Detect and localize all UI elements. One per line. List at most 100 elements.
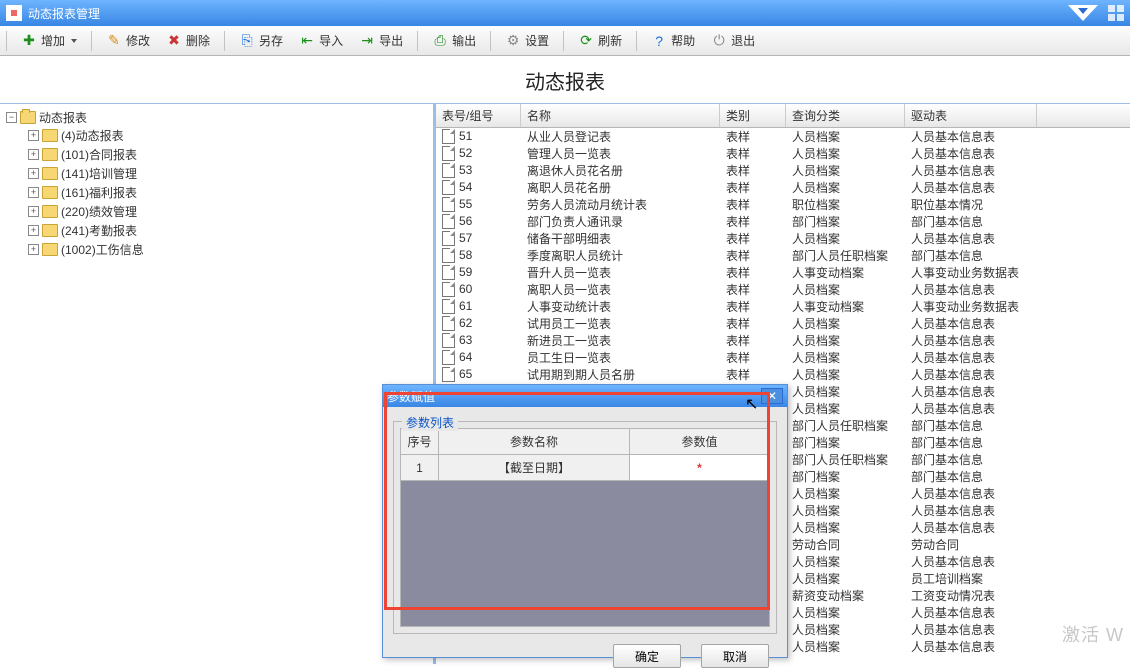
folder-icon <box>42 148 58 161</box>
file-icon <box>442 350 455 365</box>
expand-icon[interactable]: + <box>28 206 39 217</box>
edit-button[interactable]: ✎修改 <box>102 30 154 51</box>
import-button[interactable]: ⇤导入 <box>295 30 347 51</box>
refresh-button[interactable]: ⟳刷新 <box>574 30 626 51</box>
expand-icon[interactable]: + <box>28 187 39 198</box>
folder-icon <box>42 205 58 218</box>
file-icon <box>442 197 455 212</box>
col-drive[interactable]: 驱动表 <box>905 104 1037 127</box>
chevron-down-icon[interactable] <box>1068 5 1098 21</box>
file-icon <box>442 146 455 161</box>
save-as-button[interactable]: ⎘另存 <box>235 30 287 51</box>
report-tree: − 动态报表 + (4)动态报表 + (101)合同报表 + (141)培训管理 +(161… <box>0 104 436 664</box>
param-col-value: 参数值 <box>630 429 770 455</box>
save-as-icon: ⎘ <box>239 33 255 49</box>
export-icon: ⇥ <box>359 33 375 49</box>
col-id[interactable]: 表号/组号 <box>436 104 521 127</box>
collapse-icon[interactable]: − <box>6 112 17 123</box>
table-row[interactable]: 53离退休人员花名册表样人员档案人员基本信息表 <box>436 162 1130 179</box>
delete-button[interactable]: ✖删除 <box>162 30 214 51</box>
expand-icon[interactable]: + <box>28 225 39 236</box>
tree-node-label: (101)合同报表 <box>61 146 137 163</box>
file-icon <box>442 180 455 195</box>
cancel-button[interactable]: 取消 <box>701 644 769 668</box>
table-row[interactable]: 61人事变动统计表表样人事变动档案人事变动业务数据表 <box>436 298 1130 315</box>
table-row[interactable]: 52管理人员一览表表样人员档案人员基本信息表 <box>436 145 1130 162</box>
table-row[interactable]: 55劳务人员流动月统计表表样职位档案职位基本情况 <box>436 196 1130 213</box>
file-icon <box>442 129 455 144</box>
output-button[interactable]: ⎙输出 <box>428 30 480 51</box>
folder-icon <box>42 129 58 142</box>
dialog-titlebar[interactable]: 参数赋值 ✕ <box>383 385 787 407</box>
tree-node[interactable]: + (241)考勤报表 <box>28 222 137 239</box>
tree-node-label: (4)动态报表 <box>61 127 124 144</box>
file-icon <box>442 214 455 229</box>
tree-node-label: (241)考勤报表 <box>61 222 137 239</box>
settings-button[interactable]: ⚙设置 <box>501 30 553 51</box>
fieldset-legend: 参数列表 <box>402 414 458 431</box>
edit-icon: ✎ <box>106 33 122 49</box>
add-button[interactable]: ✚增加 <box>17 30 81 51</box>
dialog-close-button[interactable]: ✕ <box>761 388 783 404</box>
exit-icon: ⏻ <box>711 33 727 49</box>
param-list-fieldset: 参数列表 序号 参数名称 参数值 1 【截至日期】 * <box>393 421 777 634</box>
table-row[interactable]: 64员工生日一览表表样人员档案人员基本信息表 <box>436 349 1130 366</box>
expand-icon[interactable]: + <box>28 149 39 160</box>
col-name[interactable]: 名称 <box>521 104 720 127</box>
tree-node-label: (141)培训管理 <box>61 165 137 182</box>
import-icon: ⇤ <box>299 33 315 49</box>
table-row[interactable]: 54离职人员花名册表样人员档案人员基本信息表 <box>436 179 1130 196</box>
table-row[interactable]: 58季度离职人员统计表样部门人员任职档案部门基本信息 <box>436 247 1130 264</box>
param-value-cell[interactable]: * <box>630 455 770 481</box>
table-row[interactable]: 56部门负责人通讯录表样部门档案部门基本信息 <box>436 213 1130 230</box>
table-row[interactable]: 57储备干部明细表表样人员档案人员基本信息表 <box>436 230 1130 247</box>
tree-node[interactable]: +(1002)工伤信息 <box>28 241 144 258</box>
tree-node[interactable]: +(161)福利报表 <box>28 184 137 201</box>
tree-node[interactable]: + (4)动态报表 <box>28 127 124 144</box>
folder-icon <box>20 111 36 124</box>
tree-node[interactable]: + (141)培训管理 <box>28 165 137 182</box>
tree-root-label: 动态报表 <box>39 109 87 126</box>
folder-icon <box>42 224 58 237</box>
file-icon <box>442 316 455 331</box>
grid-header: 表号/组号 名称 类别 查询分类 驱动表 <box>436 104 1130 128</box>
help-button[interactable]: ?帮助 <box>647 30 699 51</box>
col-cat[interactable]: 类别 <box>720 104 786 127</box>
exit-button[interactable]: ⏻退出 <box>707 30 759 51</box>
file-icon <box>442 299 455 314</box>
param-row[interactable]: 1 【截至日期】 * <box>401 455 770 481</box>
col-query[interactable]: 查询分类 <box>786 104 905 127</box>
folder-icon <box>42 243 58 256</box>
table-row[interactable]: 51从业人员登记表表样人员档案人员基本信息表 <box>436 128 1130 145</box>
expand-icon[interactable]: + <box>28 130 39 141</box>
layout-grid-icon[interactable] <box>1108 5 1124 21</box>
table-row[interactable]: 59晋升人员一览表表样人事变动档案人事变动业务数据表 <box>436 264 1130 281</box>
help-icon: ? <box>651 33 667 49</box>
param-seq: 1 <box>401 455 439 481</box>
table-row[interactable]: 60离职人员一览表表样人员档案人员基本信息表 <box>436 281 1130 298</box>
tree-node[interactable]: + (220)绩效管理 <box>28 203 137 220</box>
tree-node-label: (220)绩效管理 <box>61 203 137 220</box>
tree-node[interactable]: + (101)合同报表 <box>28 146 137 163</box>
folder-icon <box>42 167 58 180</box>
file-icon <box>442 231 455 246</box>
param-col-name: 参数名称 <box>439 429 630 455</box>
table-row[interactable]: 65试用期到期人员名册表样人员档案人员基本信息表 <box>436 366 1130 383</box>
expand-icon[interactable]: + <box>28 244 39 255</box>
table-row[interactable]: 62试用员工一览表表样人员档案人员基本信息表 <box>436 315 1130 332</box>
window-title: 动态报表管理 <box>28 5 100 22</box>
ok-button[interactable]: 确定 <box>613 644 681 668</box>
table-row[interactable]: 63新进员工一览表表样人员档案人员基本信息表 <box>436 332 1130 349</box>
tree-root[interactable]: − 动态报表 <box>6 109 87 126</box>
file-icon <box>442 163 455 178</box>
file-icon <box>442 333 455 348</box>
expand-icon[interactable]: + <box>28 168 39 179</box>
export-button[interactable]: ⇥导出 <box>355 30 407 51</box>
toolbar: ✚增加 ✎修改 ✖删除 ⎘另存 ⇤导入 ⇥导出 ⎙输出 ⚙设置 ⟳刷新 ?帮助 … <box>0 26 1130 56</box>
refresh-icon: ⟳ <box>578 33 594 49</box>
param-table: 序号 参数名称 参数值 1 【截至日期】 * <box>400 428 770 481</box>
param-name: 【截至日期】 <box>439 455 630 481</box>
param-table-empty-area <box>400 481 770 627</box>
gear-icon: ⚙ <box>505 33 521 49</box>
param-col-seq: 序号 <box>401 429 439 455</box>
